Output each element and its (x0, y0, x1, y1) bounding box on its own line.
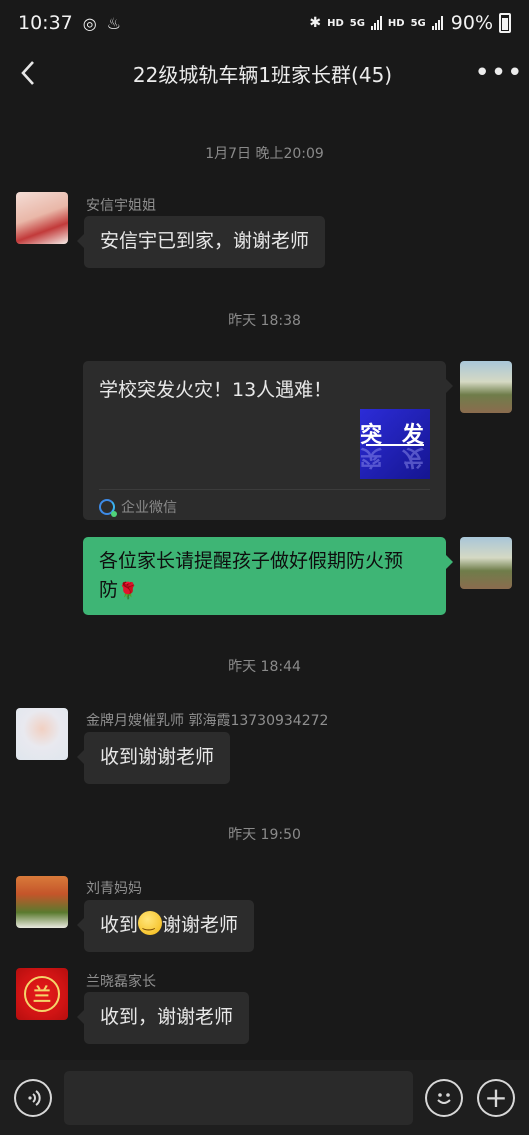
voice-icon[interactable] (14, 1078, 52, 1117)
input-bar: + (0, 1060, 529, 1135)
hd-badge-1: HD (327, 17, 344, 29)
wecom-icon (99, 499, 117, 517)
bluetooth-icon: ✱ (309, 15, 322, 31)
card-source: 企业微信 (121, 500, 177, 516)
message-bubble[interactable]: 安信宇已到家，谢谢老师 (76, 216, 326, 268)
card-title: 学校突发火灾！13人遇难！ (99, 379, 333, 401)
more-dots-icon[interactable]: ••• (469, 46, 529, 100)
plus-icon[interactable]: + (477, 1078, 515, 1117)
signal-icon-1 (370, 16, 382, 30)
my-avatar[interactable] (460, 361, 512, 413)
battery-percent: 90% (450, 12, 493, 34)
message-bubble-outgoing[interactable]: 各位家长请提醒孩子做好假期防火预 防🌹 (83, 537, 453, 615)
sender-name: 刘青妈妈 (86, 881, 142, 897)
timestamp: 昨天 18:38 (228, 313, 301, 329)
my-avatar[interactable] (460, 537, 512, 589)
card-thumbnail: 突 发 突 发 (360, 409, 430, 479)
chat-title: 22级城轨车辆1班家长群(45) (132, 62, 393, 87)
message-text: 收到 (100, 914, 139, 936)
hd-badge-2: HD (387, 17, 405, 29)
sender-name: 安信宇姐姐 (86, 198, 156, 214)
message-bubble[interactable]: 收到 谢谢老师 (76, 900, 255, 952)
message-text-line: 防 (99, 578, 119, 601)
emoji-icon[interactable] (425, 1078, 464, 1117)
message-text: 谢谢老师 (162, 914, 239, 936)
smile-emoji-icon (138, 911, 163, 935)
message-input[interactable] (63, 1070, 414, 1125)
sender-name: 金牌月嫂催乳师 郭海霞13730934272 (86, 713, 329, 729)
signal-icon-2 (431, 16, 443, 30)
rose-icon: 🌹 (118, 580, 138, 600)
notification-icon: ♨ (106, 13, 122, 33)
chevron-left-icon (21, 61, 34, 85)
avatar[interactable] (16, 192, 68, 244)
avatar[interactable] (16, 876, 68, 928)
back-button[interactable] (0, 46, 56, 100)
link-card[interactable]: 学校突发火灾！13人遇难！ 突 发 突 发 企业微信 (83, 361, 453, 520)
network-label-2: 5G (410, 17, 426, 29)
message-bubble[interactable]: 收到，谢谢老师 (76, 992, 250, 1044)
network-label-1: 5G (349, 17, 365, 29)
title-bar: 22级城轨车辆1班家长群(45) ••• (0, 46, 529, 100)
message-text-line: 各位家长请提醒孩子做好假期防火预 (99, 550, 404, 572)
chat-area[interactable]: 1月7日 晚上20:09 安信宇姐姐 安信宇已到家，谢谢老师 昨天 18:38 … (0, 100, 529, 1060)
status-bar: 10:37 ◎ ♨ ✱ HD 5G HD 5G 90% (0, 0, 529, 46)
timestamp: 昨天 19:50 (228, 827, 301, 843)
message-bubble[interactable]: 收到谢谢老师 (76, 732, 231, 784)
avatar[interactable]: 兰 (16, 968, 68, 1020)
status-time: 10:37 (18, 12, 73, 34)
sender-name: 兰晓磊家长 (86, 974, 156, 990)
alarm-icon: ◎ (82, 13, 97, 33)
battery-icon (499, 13, 511, 33)
avatar[interactable] (16, 708, 68, 760)
card-divider (99, 489, 430, 490)
timestamp: 昨天 18:44 (228, 659, 301, 675)
timestamp: 1月7日 晚上20:09 (205, 146, 324, 162)
